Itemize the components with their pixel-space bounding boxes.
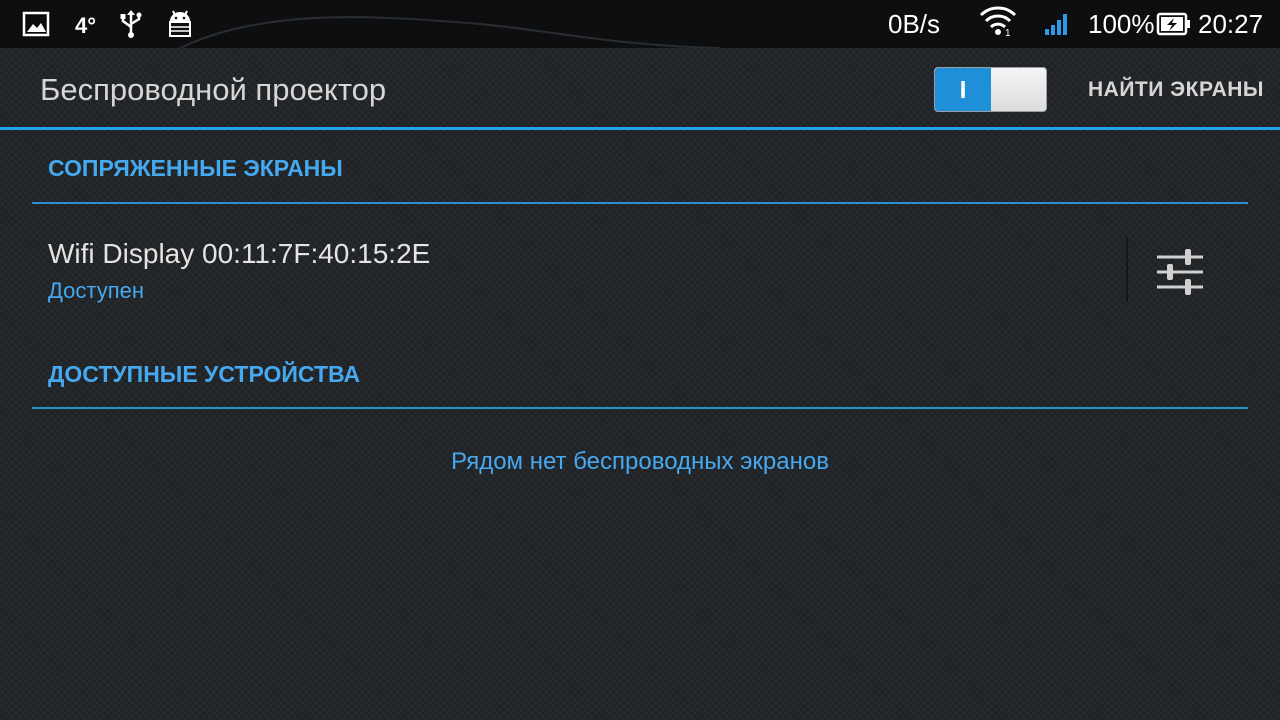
device-status: Доступен (48, 278, 145, 303)
network-speed: 0B/s (888, 9, 941, 39)
device-settings-button[interactable] (1144, 242, 1216, 302)
available-devices-header: ДОСТУПНЫЕ УСТРОЙСТВА (48, 361, 361, 387)
cell-signal-icon (1043, 9, 1071, 39)
wireless-projector-toggle[interactable]: I (934, 67, 1047, 112)
action-bar: Беспроводной проектор I НАЙТИ ЭКРАНЫ (0, 48, 1280, 128)
usb-icon (118, 9, 144, 39)
available-section-divider (32, 407, 1248, 409)
toggle-knob (991, 68, 1046, 111)
wifi-badge: 1 (1005, 28, 1011, 39)
sliders-icon (1157, 249, 1203, 295)
row-separator (1126, 238, 1128, 302)
temperature-indicator: 4° (75, 13, 97, 38)
device-name: Wifi Display 00:11:7F:40:15:2E (48, 238, 431, 269)
clock: 20:27 (1198, 9, 1264, 39)
no-devices-message: Рядом нет беспроводных экранов (451, 448, 829, 475)
page-title: Беспроводной проектор (40, 72, 387, 107)
android-debug-icon (166, 9, 194, 39)
battery-charging-icon (1156, 9, 1192, 39)
status-bar: 4° 0B/s 1 100% 20:27 (0, 0, 1280, 48)
paired-section-divider (32, 202, 1248, 204)
paired-device-row[interactable]: Wifi Display 00:11:7F:40:15:2E Доступен (32, 222, 1248, 322)
paired-screens-header: СОПРЯЖЕННЫЕ ЭКРАНЫ (48, 155, 343, 181)
wifi-icon (978, 6, 1018, 36)
gallery-icon (22, 9, 50, 39)
action-bar-divider (0, 127, 1280, 130)
find-screens-button[interactable]: НАЙТИ ЭКРАНЫ (1088, 78, 1264, 102)
battery-percent: 100% (1088, 9, 1155, 39)
toggle-on-label: I (935, 68, 991, 111)
